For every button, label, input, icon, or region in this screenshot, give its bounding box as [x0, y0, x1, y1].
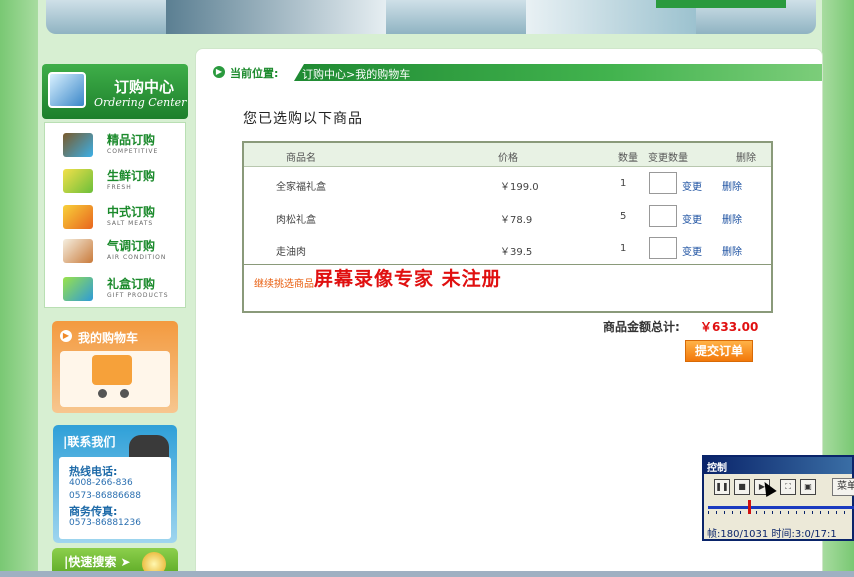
recorder-watermark: 屏幕录像专家 未注册 — [314, 268, 502, 290]
pause-icon[interactable]: ❚❚ — [714, 479, 730, 495]
contact-box: |联系我们 热线电话: 4008-266-836 0573-86886688 商… — [53, 425, 177, 543]
quantity-input[interactable] — [649, 205, 677, 227]
my-cart-title: 我的购物车 — [78, 331, 139, 345]
taskbar-strip — [0, 571, 854, 577]
air-condition-icon — [63, 239, 93, 263]
total-value: ￥633.00 — [700, 320, 759, 334]
column-header-name: 商品名 — [286, 153, 316, 164]
breadcrumb-path[interactable]: 订购中心>我的购物车 — [302, 66, 410, 82]
product-price: ￥78.9 — [500, 215, 533, 226]
sidebar-item-label: 生鲜订购 — [107, 169, 156, 183]
product-name: 走油肉 — [276, 247, 306, 258]
sidebar-item-air-condition[interactable]: 气调订购 AIR CONDITION — [45, 233, 185, 269]
product-name: 肉松礼盒 — [276, 215, 316, 226]
total-label: 商品金额总计: — [603, 320, 680, 334]
hotline-label: 热线电话: — [69, 465, 118, 478]
breadcrumb-label: 当前位置: — [230, 67, 279, 80]
sidebar-menu: 精品订购 COMPETITIVE 生鲜订购 FRESH 中式订购 SALT ME… — [44, 122, 186, 308]
sidebar-item-sublabel: GIFT PRODUCTS — [107, 292, 169, 299]
contact-title: |联系我们 — [63, 435, 116, 449]
fullscreen-icon[interactable]: ▣ — [800, 479, 816, 495]
control-titlebar[interactable]: 控制 — [704, 457, 852, 474]
product-qty: 5 — [620, 211, 627, 222]
banner-image-left — [166, 0, 386, 34]
header-banner — [46, 0, 816, 34]
cart-wheel-icon — [120, 389, 129, 398]
product-price: ￥39.5 — [500, 247, 533, 258]
sidebar-item-label: 礼盒订购 — [107, 277, 156, 291]
continue-shopping-link[interactable]: 继续挑选商品 — [254, 275, 314, 290]
competitive-icon — [63, 133, 93, 157]
fax-label: 商务传真: — [69, 505, 118, 518]
sidebar-item-sublabel: COMPETITIVE — [107, 148, 159, 155]
arrow-right-icon: ▶ — [213, 66, 225, 78]
column-header-change-qty: 变更数量 — [648, 153, 688, 164]
sidebar-item-sublabel: AIR CONDITION — [107, 254, 167, 261]
playback-status: 帧:180/1031 时间:3:0/17:1 — [707, 529, 837, 540]
ordering-center-title: 订购中心 — [114, 78, 175, 96]
product-qty: 1 — [620, 243, 627, 254]
change-link[interactable]: 变更 — [682, 178, 702, 193]
fit-window-icon[interactable]: ⛶ — [780, 479, 796, 495]
column-header-price: 价格 — [498, 153, 518, 164]
monitor-icon — [48, 72, 86, 108]
table-header: 商品名 价格 数量 变更数量 删除 — [244, 143, 771, 167]
sidebar-item-label: 精品订购 — [107, 133, 156, 147]
delete-link[interactable]: 删除 — [722, 178, 742, 193]
column-header-qty: 数量 — [618, 153, 638, 164]
delete-link[interactable]: 删除 — [722, 211, 742, 226]
page-background-left — [0, 0, 38, 577]
table-row: 肉松礼盒 ￥78.9 5 变更 删除 — [244, 200, 771, 233]
page-title: 您已选购以下商品 — [243, 111, 363, 127]
change-link[interactable]: 变更 — [682, 211, 702, 226]
ordering-center-header: 订购中心 Ordering Center — [42, 64, 188, 119]
sidebar-item-sublabel: SALT MEATS — [107, 220, 154, 227]
shopping-cart-icon — [92, 355, 132, 385]
hotline-number-1: 4008-266-836 — [69, 478, 133, 488]
breadcrumb: ▶ 当前位置: 订购中心>我的购物车 — [210, 63, 822, 81]
sidebar-item-label: 气调订购 — [107, 239, 156, 253]
change-link[interactable]: 变更 — [682, 243, 702, 258]
timeline-track[interactable] — [708, 506, 854, 509]
my-cart-box[interactable]: ▶ 我的购物车 — [52, 321, 178, 413]
hotline-number-2: 0573-86886688 — [69, 491, 141, 501]
sidebar-item-sublabel: FRESH — [107, 184, 132, 191]
table-row: 走油肉 ￥39.5 1 变更 删除 — [244, 232, 771, 265]
product-price: ￥199.0 — [500, 182, 539, 193]
fresh-icon — [63, 169, 93, 193]
recorder-control-window: 控制 ❚❚ ■ ▶ ⛶ ▣ 菜单 帧:180/1031 时间:3:0/17:1 — [702, 455, 854, 541]
arrow-right-icon: ▶ — [60, 330, 72, 342]
fax-number: 0573-86881236 — [69, 518, 141, 528]
salt-meats-icon — [63, 205, 93, 229]
quick-search-title: |快速搜索 ➤ — [64, 555, 131, 569]
product-qty: 1 — [620, 178, 627, 189]
gift-products-icon — [63, 277, 93, 301]
stop-icon[interactable]: ■ — [734, 479, 750, 495]
sidebar-item-competitive[interactable]: 精品订购 COMPETITIVE — [45, 127, 185, 163]
timeline-thumb[interactable] — [748, 500, 751, 514]
ordering-center-subtitle: Ordering Center — [94, 96, 187, 109]
quantity-input[interactable] — [649, 237, 677, 259]
column-header-delete: 删除 — [736, 153, 756, 164]
submit-order-button[interactable]: 提交订单 — [685, 340, 753, 362]
control-title: 控制 — [707, 463, 727, 474]
control-menu-button[interactable]: 菜单 — [832, 478, 854, 496]
cart-wheel-icon — [98, 389, 107, 398]
delete-link[interactable]: 删除 — [722, 243, 742, 258]
sidebar-item-label: 中式订购 — [107, 205, 156, 219]
banner-accent — [656, 0, 786, 8]
product-name: 全家福礼盒 — [276, 182, 326, 193]
table-row: 全家福礼盒 ￥199.0 1 变更 删除 — [244, 167, 771, 200]
sidebar-item-gift-products[interactable]: 礼盒订购 GIFT PRODUCTS — [45, 271, 185, 307]
timeline-ticks — [708, 511, 854, 514]
sidebar-item-fresh[interactable]: 生鲜订购 FRESH — [45, 163, 185, 199]
quantity-input[interactable] — [649, 172, 677, 194]
breadcrumb-label-wrap: ▶ 当前位置: — [210, 63, 306, 81]
sidebar-item-salt-meats[interactable]: 中式订购 SALT MEATS — [45, 199, 185, 235]
